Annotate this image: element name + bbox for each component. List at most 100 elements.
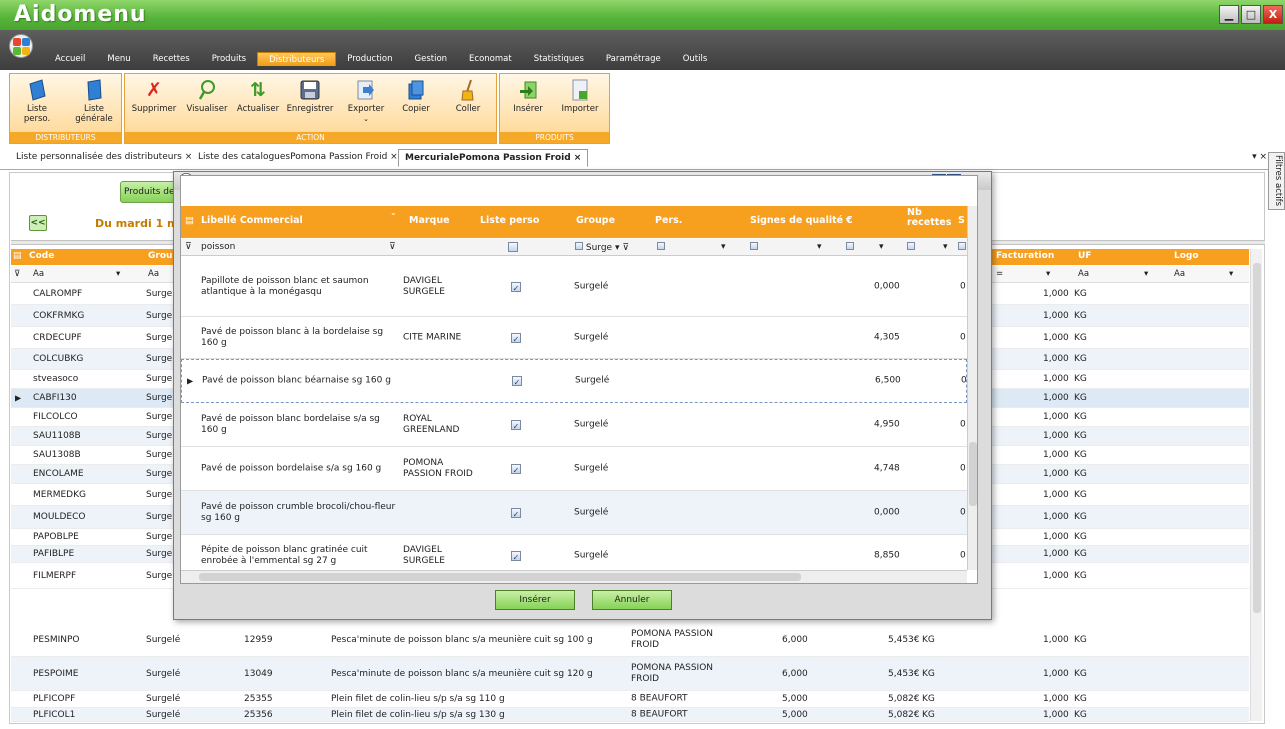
menu-item-outils[interactable]: Outils	[672, 52, 719, 66]
filter-s[interactable]	[958, 242, 966, 253]
menu-item-gestion[interactable]: Gestion	[404, 52, 459, 66]
close-button[interactable]: X	[1263, 5, 1283, 24]
importer-button[interactable]: Importer	[560, 79, 600, 114]
chevron-down-icon[interactable]: ▾	[721, 242, 726, 252]
liste-perso-button[interactable]: Liste perso.	[17, 79, 57, 124]
close-tab-icon[interactable]: ×	[185, 152, 193, 162]
list-item[interactable]: Papillote de poisson blanc et saumon atl…	[181, 257, 967, 317]
copier-button[interactable]: Copier	[398, 79, 434, 114]
grid-settings-icon[interactable]: ▤	[185, 215, 194, 226]
filter-nb[interactable]	[907, 242, 915, 253]
dialog-horizontal-scrollbar[interactable]	[181, 570, 967, 583]
filter-signes[interactable]	[750, 242, 758, 253]
table-row[interactable]: PESMINPO Surgelé 12959 Pesca'minute de pois…	[11, 624, 1249, 657]
liste-perso-checkbox[interactable]: ✓	[511, 332, 521, 344]
chevron-down-icon[interactable]: ▾	[817, 242, 822, 252]
table-row[interactable]: PLFICOL1 Surgelé 25356 Plein filet de colin…	[11, 708, 1249, 722]
menu-item-production[interactable]: Production	[336, 52, 403, 66]
filter-groupe[interactable]: Aa	[148, 269, 159, 279]
coller-button[interactable]: Coller	[450, 79, 486, 114]
list-item[interactable]: Pavé de poisson blanc à la bordelaise sg…	[181, 317, 967, 359]
minimize-button[interactable]: ▁	[1219, 5, 1239, 24]
filter-facturation[interactable]: =	[996, 269, 1003, 279]
filter-uf[interactable]: Aa	[1078, 269, 1089, 279]
exporter-button[interactable]: Exporter ⌄	[343, 79, 389, 124]
liste-perso-checkbox[interactable]: ✓	[511, 419, 521, 431]
close-tab-icon[interactable]: ×	[574, 153, 582, 163]
filter-clear-icon[interactable]: ⊽	[389, 242, 396, 252]
tab-liste-personnalisee[interactable]: Liste personnalisée des distributeurs ×	[16, 152, 192, 162]
inserer-dialog-button[interactable]: Insérer	[495, 590, 575, 610]
chevron-down-icon[interactable]: ▾	[879, 242, 884, 252]
header-groupe[interactable]: Grou	[148, 251, 172, 261]
chevron-down-icon[interactable]: ▾	[1144, 269, 1148, 279]
grid-settings-icon[interactable]: ▤	[13, 251, 22, 261]
list-item[interactable]: ▶ Pavé de poisson blanc béarnaise sg 160 …	[181, 359, 967, 403]
dialog-vertical-scrollbar[interactable]	[967, 206, 977, 570]
filter-code[interactable]: Aa	[33, 269, 44, 279]
scroll-thumb[interactable]	[199, 573, 801, 581]
filter-pers[interactable]	[657, 242, 665, 253]
header-logo[interactable]: Logo	[1174, 251, 1199, 261]
header-marque[interactable]: Marque	[409, 215, 450, 226]
menu-item-accueil[interactable]: Accueil	[44, 52, 96, 66]
supprimer-button[interactable]: ✗ Supprimer	[130, 79, 178, 115]
liste-perso-checkbox[interactable]: ✓	[511, 463, 521, 475]
app-logo-icon[interactable]	[9, 34, 33, 58]
menu-item-menu[interactable]: Menu	[96, 52, 141, 66]
menu-item-recettes[interactable]: Recettes	[142, 52, 201, 66]
header-pers[interactable]: Pers.	[655, 215, 682, 226]
menu-item-produits[interactable]: Produits	[201, 52, 257, 66]
header-nb-recettes[interactable]: Nb recettes	[907, 208, 951, 228]
header-prix[interactable]: €	[846, 215, 853, 226]
table-row[interactable]: PLFICOPF Surgelé 25355 Plein filet de colin…	[11, 691, 1249, 708]
header-liste-perso[interactable]: Liste perso	[480, 215, 539, 226]
menu-item-statistiques[interactable]: Statistiques	[523, 52, 595, 66]
liste-generale-button[interactable]: Liste générale	[70, 79, 118, 124]
liste-perso-checkbox[interactable]: ✓	[512, 376, 522, 387]
maximize-button[interactable]: □	[1241, 5, 1261, 24]
header-signes-qualite[interactable]: Signes de qualité	[750, 215, 843, 226]
actualiser-button[interactable]: ⇅ Actualiser	[235, 79, 281, 115]
menu-item-paramtrage[interactable]: Paramétrage	[595, 52, 672, 66]
scroll-thumb[interactable]	[1253, 263, 1261, 613]
menu-item-economat[interactable]: Economat	[458, 52, 523, 66]
scroll-thumb[interactable]	[969, 442, 977, 506]
chevron-down-icon[interactable]: ▾	[1046, 269, 1050, 279]
chevron-down-icon[interactable]: ▾	[1229, 269, 1233, 279]
table-row[interactable]: PESPOIME Surgelé 13049 Pesca'minute de pois…	[11, 657, 1249, 691]
tab-liste-catalogues[interactable]: Liste des cataloguesPomona Passion Froid…	[198, 152, 398, 162]
chevron-down-icon[interactable]: ▾	[116, 269, 120, 279]
header-groupe[interactable]: Groupe	[576, 215, 615, 226]
filter-checkbox[interactable]	[508, 242, 518, 255]
liste-perso-checkbox[interactable]: ✓	[511, 550, 521, 562]
header-uf[interactable]: UF	[1078, 251, 1091, 261]
header-libelle[interactable]: Libellé Commercial	[201, 215, 303, 226]
header-s[interactable]: S	[958, 215, 965, 226]
liste-perso-checkbox[interactable]: ✓	[511, 281, 521, 293]
filtres-actifs-panel[interactable]: Filtres actifs	[1268, 152, 1285, 210]
close-tab-icon[interactable]: ×	[390, 152, 398, 162]
tab-mercuriale[interactable]: MercurialePomona Passion Froid ×	[398, 149, 589, 167]
header-facturation[interactable]: Facturation	[996, 251, 1054, 261]
filter-prix[interactable]	[846, 242, 854, 253]
list-item[interactable]: Pavé de poisson bordelaise s/a sg 160 g P…	[181, 447, 967, 491]
chevron-down-icon[interactable]: ▾	[943, 242, 948, 252]
back-button[interactable]: <<	[29, 215, 47, 231]
filter-clear-icon[interactable]: ⊽	[185, 242, 192, 252]
enregistrer-button[interactable]: Enregistrer	[285, 79, 335, 114]
menu-item-distributeurs[interactable]: Distributeurs	[257, 52, 337, 66]
inserer-button[interactable]: Insérer	[510, 79, 546, 114]
liste-perso-checkbox[interactable]: ✓	[511, 507, 521, 519]
list-item[interactable]: Pavé de poisson crumble brocoli/chou-fle…	[181, 491, 967, 535]
filter-clear-icon[interactable]: ⊽	[14, 269, 20, 279]
filter-logo[interactable]: Aa	[1174, 269, 1185, 279]
visualiser-button[interactable]: Visualiser	[184, 79, 230, 114]
filter-groupe-select[interactable]: Surge ▾ ⊽	[575, 242, 629, 253]
annuler-button[interactable]: Annuler	[592, 590, 672, 610]
search-input[interactable]: poisson	[201, 242, 235, 252]
tabs-dropdown-icon[interactable]: ▾ ×	[1252, 152, 1267, 162]
header-code[interactable]: Code	[29, 251, 54, 261]
list-item[interactable]: Pavé de poisson blanc bordelaise s/a sg …	[181, 403, 967, 447]
grid-vertical-scrollbar[interactable]	[1250, 249, 1262, 721]
